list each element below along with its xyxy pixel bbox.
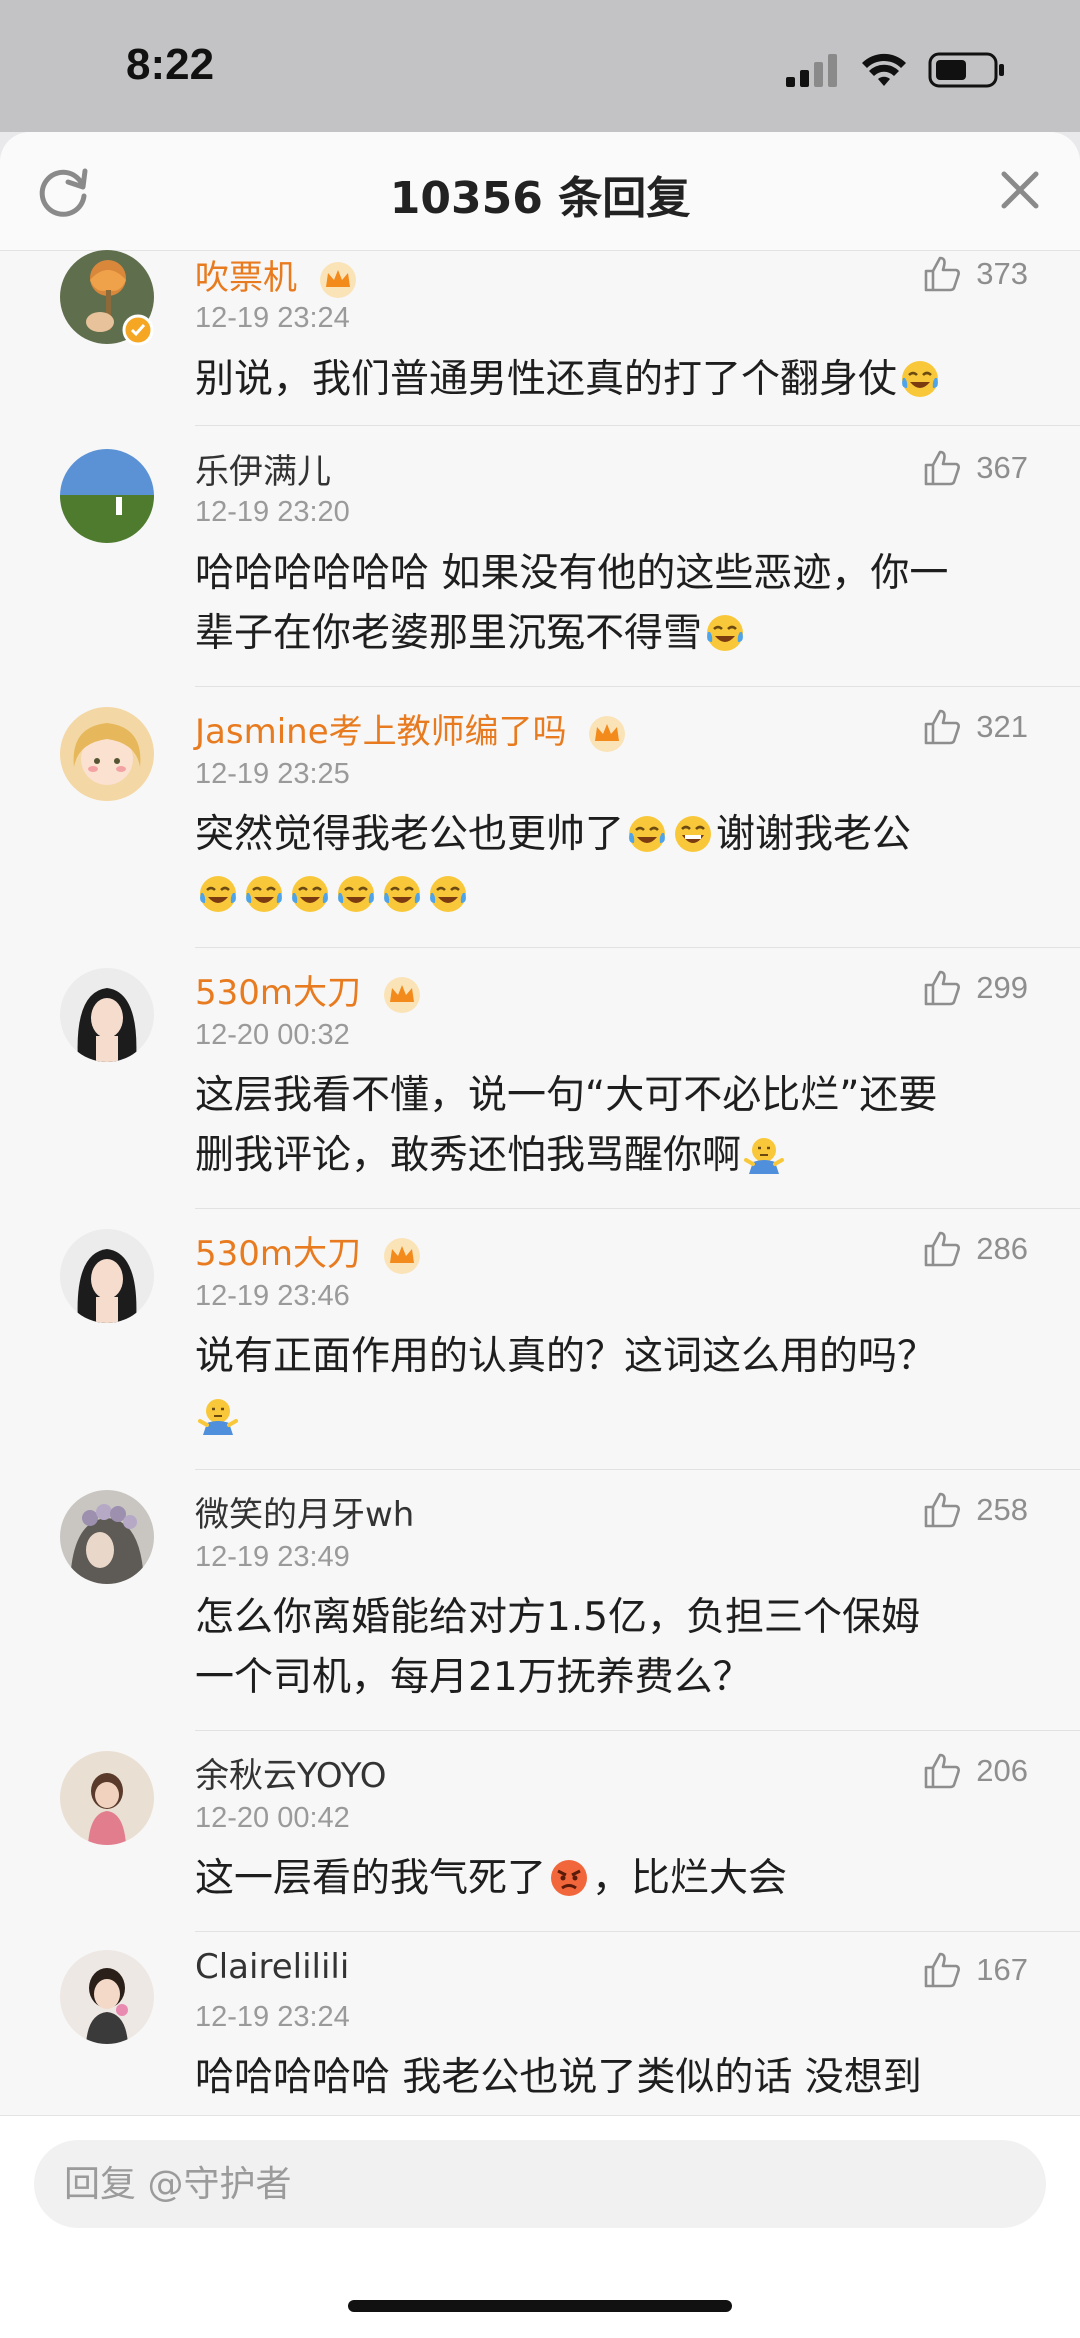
sheet-header: 10356 条回复 (0, 132, 1080, 251)
laugh-cry-emoji-icon (902, 361, 939, 397)
battery-icon (928, 52, 1004, 88)
reply-input[interactable] (34, 2140, 1046, 2228)
comment-text: 怎么你离婚能给对方1.5亿，负担三个保姆 一个司机，每月21万抚养费么？ (195, 1595, 921, 1700)
list-item: 余秋云YOYO 12-20 00:42 206 这一层看的我气死了 ，比烂大会 (0, 1731, 1080, 1932)
comment-text: 别说，我们普通男性还真的打了个翻身仗 (195, 350, 1025, 410)
comment-time: 12-19 23:20 (195, 496, 350, 528)
comment-time: 12-20 00:42 (195, 1802, 350, 1834)
list-item: Jasmine考上教师编了吗 12-19 23:25 321 突然觉得我老公也更… (0, 687, 1080, 948)
replies-sheet: 10356 条回复 吹票机 12-19 23:24 373 别说，我们普通男性还… (0, 132, 1080, 2337)
like-button[interactable]: 321 (922, 707, 1028, 747)
like-button[interactable]: 258 (922, 1490, 1028, 1530)
comment-text: 哈哈哈哈哈哈 如果没有他的这些恶迹，你一 辈子在你老婆那里沉冤不得雪 (195, 551, 949, 656)
list-item: 530m大刀 12-20 00:32 299 这层我看不懂，说一句“大可不必比烂… (0, 948, 1080, 1209)
crown-badge-icon (319, 261, 356, 298)
like-count: 167 (976, 1952, 1028, 1987)
like-count: 286 (976, 1231, 1028, 1266)
like-count: 258 (976, 1492, 1028, 1527)
crown-badge-icon (589, 715, 626, 752)
like-count: 206 (976, 1753, 1028, 1788)
username[interactable]: 乐伊满儿 (195, 444, 331, 493)
comment-list[interactable]: 吹票机 12-19 23:24 373 别说，我们普通男性还真的打了个翻身仗 乐… (0, 250, 1080, 2247)
avatar[interactable] (60, 1751, 154, 1845)
like-button[interactable]: 373 (922, 254, 1028, 294)
comment-text: 这一层看的我气死了 ，比烂大会 (195, 1856, 788, 1901)
shrug-emoji-icon (744, 1138, 785, 1174)
like-count: 299 (976, 970, 1028, 1005)
username[interactable]: 微笑的月牙wh (195, 1487, 414, 1536)
laugh-cry-emoji-icon (430, 876, 466, 912)
list-item: 530m大刀 12-19 23:46 286 说有正面作用的认真的？这词这么用的… (0, 1209, 1080, 1470)
page-title: 10356 条回复 (389, 173, 691, 224)
laugh-cry-emoji-icon (707, 615, 744, 651)
status-time: 8:22 (126, 40, 215, 89)
status-bar: 8:22 (0, 0, 1080, 132)
avatar[interactable] (60, 1490, 154, 1584)
comment-time: 12-19 23:49 (195, 1541, 350, 1573)
like-button[interactable]: 299 (922, 968, 1028, 1008)
thumbs-up-icon (924, 1492, 961, 1528)
thumbs-up-icon (924, 1952, 961, 1988)
comment-text: 说有正面作用的认真的？这词这么用的吗？ (195, 1327, 1025, 1447)
verified-badge-icon (122, 314, 154, 346)
username[interactable]: 余秋云YOYO (195, 1748, 386, 1797)
crown-badge-icon (383, 1237, 420, 1274)
thumbs-up-icon (924, 1231, 961, 1267)
username[interactable]: Jasmine考上教师编了吗 (195, 704, 627, 754)
thumbs-up-icon (924, 1753, 961, 1789)
laugh-cry-emoji-icon (200, 876, 236, 912)
like-button[interactable]: 206 (922, 1751, 1028, 1791)
home-indicator[interactable] (348, 2300, 732, 2312)
username[interactable]: Clairelilili (195, 1947, 349, 1987)
username[interactable]: 吹票机 (195, 250, 358, 300)
laugh-cry-emoji-icon (384, 876, 420, 912)
comment-text: 哈哈哈哈哈 我老公也说了类似的话 没想到 (195, 2055, 922, 2100)
like-button[interactable]: 286 (922, 1229, 1028, 1269)
thumbs-up-icon (924, 256, 961, 292)
thumbs-up-icon (924, 450, 961, 486)
like-button[interactable]: 367 (922, 448, 1028, 488)
signal-icon (786, 54, 837, 87)
avatar[interactable] (60, 449, 154, 543)
crown-badge-icon (383, 976, 420, 1013)
comment-text: 突然觉得我老公也更帅了 谢谢我老公 (195, 805, 1025, 925)
laugh-cry-emoji-icon (338, 876, 374, 912)
thumbs-up-icon (924, 709, 961, 745)
comment-time: 12-19 23:25 (195, 758, 350, 790)
comment-time: 12-20 00:32 (195, 1019, 350, 1051)
laugh-cry-emoji-icon (292, 876, 328, 912)
username[interactable]: 530m大刀 (195, 965, 422, 1015)
list-item: 乐伊满儿 12-19 23:20 367 哈哈哈哈哈哈 如果没有他的这些恶迹，你… (0, 426, 1080, 687)
close-icon[interactable] (990, 160, 1050, 220)
like-count: 367 (976, 450, 1028, 485)
thumbs-up-icon (924, 970, 961, 1006)
comment-time: 12-19 23:24 (195, 2001, 350, 2033)
wifi-icon (862, 53, 906, 86)
laugh-cry-emoji-icon (246, 876, 282, 912)
avatar[interactable] (60, 1229, 154, 1323)
list-item: 微笑的月牙wh 12-19 23:49 258 怎么你离婚能给对方1.5亿，负担… (0, 1470, 1080, 1731)
username[interactable]: 530m大刀 (195, 1226, 422, 1276)
like-count: 373 (976, 256, 1028, 291)
like-button[interactable]: 167 (922, 1950, 1028, 1990)
comment-time: 12-19 23:24 (195, 302, 350, 334)
avatar[interactable] (60, 1950, 154, 2044)
laugh-cry-emoji-icon (629, 816, 666, 852)
comment-time: 12-19 23:46 (195, 1280, 350, 1312)
grin-emoji-icon (675, 816, 712, 852)
angry-emoji-icon (551, 1860, 588, 1896)
like-count: 321 (976, 709, 1028, 744)
avatar[interactable] (60, 968, 154, 1062)
comment-text: 这层我看不懂，说一句“大可不必比烂”还要 删我评论，敢秀还怕我骂醒你啊 (195, 1073, 938, 1178)
avatar[interactable] (60, 707, 154, 801)
shrug-emoji-icon (198, 1399, 238, 1435)
